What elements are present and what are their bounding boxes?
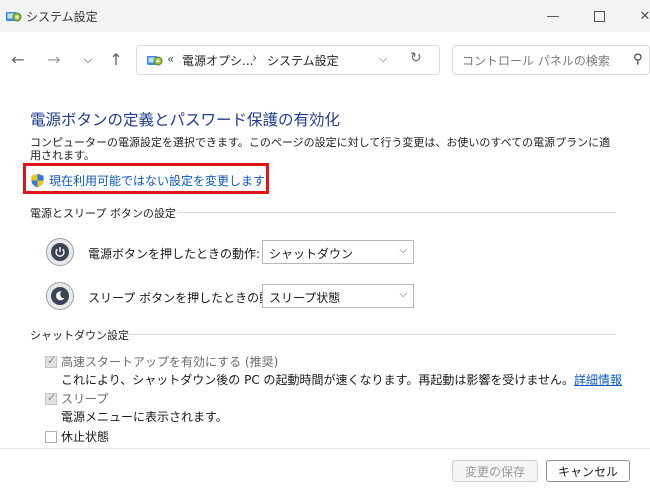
back-arrow-icon: ← bbox=[11, 49, 25, 69]
hibernate-label: 休止状態 bbox=[61, 430, 110, 444]
sleep-button-action-value: スリープ状態 bbox=[269, 291, 341, 305]
navigation-bar: ← → ⌵ ↑ « 電源オプシ... › システム設定 ⌵ ↻ コントロール パ… bbox=[0, 32, 650, 88]
chevron-down-icon: ⌵ bbox=[83, 51, 93, 66]
search-input[interactable]: コントロール パネルの検索 bbox=[462, 52, 610, 69]
power-button-icon bbox=[46, 238, 74, 266]
sleep-button-action-select[interactable]: スリープ状態 ⌵ bbox=[262, 284, 414, 308]
page-description: コンピューターの電源設定を選択できます。このページの設定に対して行う変更は、お使… bbox=[30, 136, 611, 162]
power-button-action-label: 電源ボタンを押したときの動作: bbox=[88, 247, 261, 261]
sleep-button-icon bbox=[46, 282, 74, 310]
cancel-button[interactable]: キャンセル bbox=[546, 460, 630, 482]
power-sleep-section-heading: 電源とスリープ ボタンの設定 bbox=[30, 207, 176, 220]
refresh-icon[interactable]: ↻ bbox=[410, 50, 422, 66]
search-box[interactable]: コントロール パネルの検索 ⚲ bbox=[452, 45, 650, 75]
checkmark-icon: ✓ bbox=[47, 391, 57, 404]
forward-button[interactable]: → bbox=[42, 47, 66, 71]
close-icon: ✕ bbox=[639, 8, 650, 24]
fast-startup-label: 高速スタートアップを有効にする (推奨) bbox=[61, 355, 279, 369]
sleep-button-action-label: スリープ ボタンを押したときの動作: bbox=[88, 291, 288, 305]
breadcrumb-item-system-settings[interactable]: システム設定 bbox=[267, 52, 339, 69]
sleep-checkbox[interactable]: ✓ bbox=[45, 391, 57, 405]
power-button-action-select[interactable]: シャットダウン ⌵ bbox=[262, 240, 414, 264]
up-button[interactable]: ↑ bbox=[104, 47, 128, 71]
footer-divider bbox=[0, 448, 650, 449]
section-divider bbox=[178, 212, 616, 213]
control-panel-icon bbox=[6, 12, 22, 22]
address-dropdown-icon[interactable]: ⌵ bbox=[379, 52, 387, 66]
maximize-button[interactable] bbox=[576, 0, 622, 32]
power-button-action-value: シャットダウン bbox=[269, 247, 354, 261]
chevron-down-icon: ⌵ bbox=[399, 245, 407, 256]
control-panel-icon bbox=[147, 56, 163, 66]
sleep-description: 電源メニューに表示されます。 bbox=[61, 410, 228, 424]
checkmark-icon: ✓ bbox=[47, 354, 57, 367]
close-button[interactable]: ✕ bbox=[622, 0, 650, 32]
address-bar[interactable]: « 電源オプシ... › システム設定 ⌵ ↻ bbox=[136, 45, 440, 75]
window-title: システム設定 bbox=[26, 10, 98, 24]
sleep-label: スリープ bbox=[61, 392, 109, 406]
page-title: 電源ボタンの定義とパスワード保護の有効化 bbox=[30, 111, 341, 129]
maximize-icon bbox=[593, 10, 605, 22]
minimize-button[interactable]: — bbox=[530, 0, 576, 32]
breadcrumb-separator[interactable]: › bbox=[252, 51, 257, 66]
search-icon[interactable]: ⚲ bbox=[633, 52, 643, 67]
hibernate-checkbox[interactable] bbox=[45, 431, 57, 443]
fast-startup-description: これにより、シャットダウン後の PC の起動時間が速くなります。再起動は影響を受… bbox=[61, 371, 622, 388]
back-button[interactable]: ← bbox=[6, 47, 30, 71]
minimize-icon: — bbox=[546, 8, 560, 24]
fast-startup-checkbox[interactable]: ✓ bbox=[45, 354, 57, 368]
chevron-down-icon: ⌵ bbox=[399, 289, 407, 300]
forward-arrow-icon: → bbox=[47, 49, 61, 69]
breadcrumb-overflow[interactable]: « bbox=[167, 52, 174, 66]
save-changes-button[interactable]: 変更の保存 bbox=[452, 460, 538, 482]
section-divider bbox=[125, 334, 616, 335]
shutdown-section-heading: シャットダウン設定 bbox=[30, 329, 129, 342]
breadcrumb-item-power-options[interactable]: 電源オプシ... bbox=[182, 52, 253, 69]
title-bar: システム設定 — ✕ bbox=[0, 0, 650, 32]
highlight-box bbox=[23, 163, 269, 194]
fast-startup-description-text: これにより、シャットダウン後の PC の起動時間が速くなります。再起動は影響を受… bbox=[61, 373, 574, 387]
up-arrow-icon: ↑ bbox=[109, 49, 123, 69]
more-info-link[interactable]: 詳細情報 bbox=[574, 373, 622, 387]
recent-locations-button[interactable]: ⌵ bbox=[76, 47, 100, 71]
